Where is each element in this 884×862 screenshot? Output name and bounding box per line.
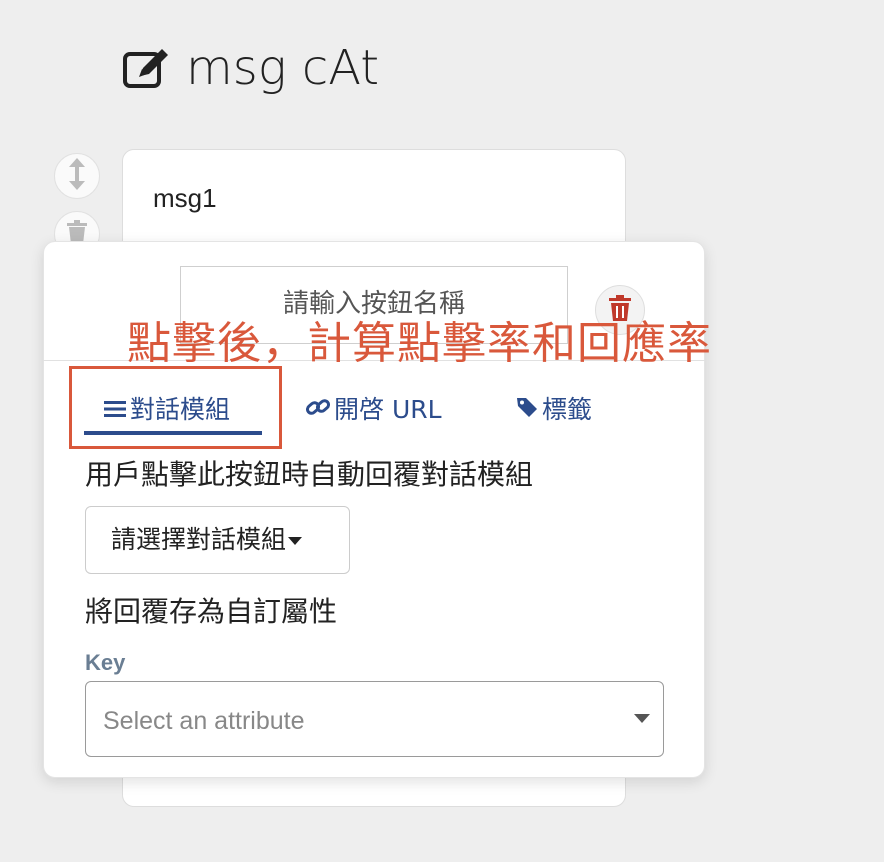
save-reply-heading: 將回覆存為自訂屬性 (85, 595, 338, 628)
message-text[interactable]: msg1 (153, 180, 217, 216)
key-label: Key (85, 650, 126, 675)
link-icon (305, 390, 331, 430)
updown-arrow-icon (67, 157, 87, 195)
reorder-handle[interactable] (54, 153, 100, 199)
tab-open-url[interactable]: 開啓 URL (305, 390, 442, 430)
tab-tags[interactable]: 標籤 (516, 390, 592, 430)
attribute-select-placeholder: Select an attribute (103, 707, 305, 735)
annotation-highlight-box (69, 366, 282, 449)
caret-down-icon (634, 714, 650, 723)
dropdown-label: 請選擇對話模組 (111, 525, 287, 554)
annotation-text: 點擊後，計算點擊率和回應率 (127, 318, 712, 369)
module-description: 用戶點擊此按鈕時自動回覆對話模組 (85, 458, 534, 491)
tab-label: 標籤 (542, 395, 593, 424)
page-title: msg cAt (186, 40, 380, 96)
tab-label: 開啓 URL (334, 395, 442, 424)
select-module-dropdown[interactable]: 請選擇對話模組 (85, 506, 350, 574)
edit-icon (122, 46, 172, 92)
tag-icon (516, 390, 538, 430)
caret-down-icon (288, 537, 303, 545)
